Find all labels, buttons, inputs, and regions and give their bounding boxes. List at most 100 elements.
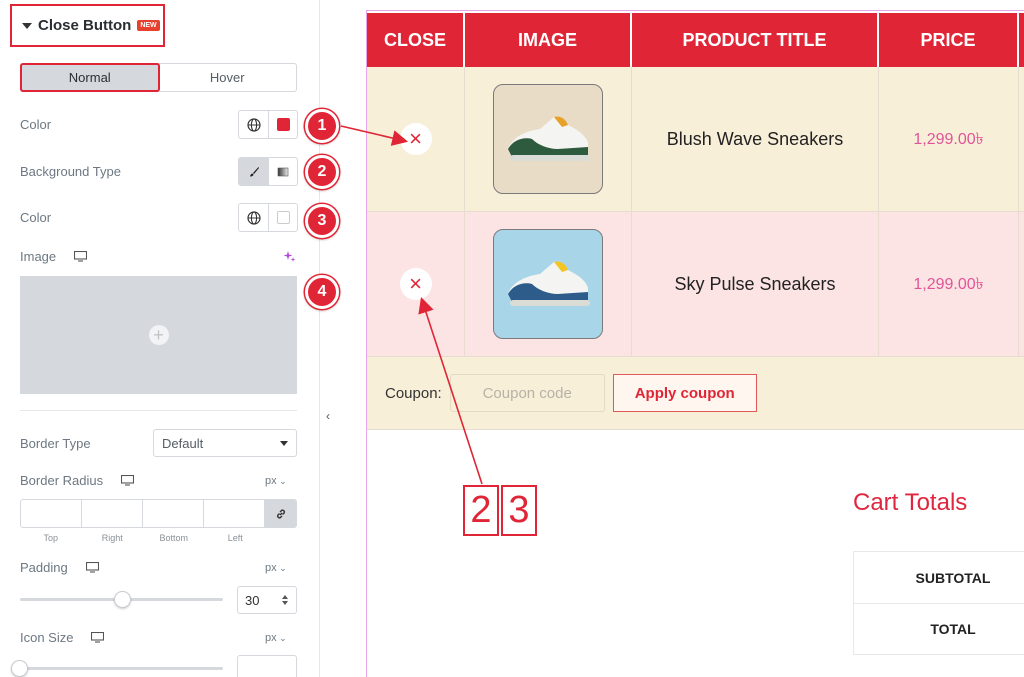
stepper-icon[interactable] xyxy=(282,595,288,605)
dim-label-right: Right xyxy=(101,533,123,543)
border-type-value: Default xyxy=(162,435,204,451)
section-title: Close Button xyxy=(38,17,132,34)
background-type-label: Background Type xyxy=(20,164,121,179)
title-cell: Blush Wave Sneakers xyxy=(632,67,879,212)
color-label: Color xyxy=(20,117,52,132)
icon-size-slider-thumb[interactable] xyxy=(11,660,28,677)
desktop-icon[interactable] xyxy=(74,251,87,262)
border-type-label: Border Type xyxy=(20,436,91,451)
header-more xyxy=(1019,11,1024,67)
brush-icon xyxy=(249,166,259,176)
price-cell: 1,299.00৳ xyxy=(879,212,1019,357)
bg-classic-button[interactable] xyxy=(239,158,268,185)
header-price: PRICE xyxy=(879,11,1019,67)
product-image[interactable] xyxy=(493,84,603,194)
desktop-icon[interactable] xyxy=(91,632,104,643)
icon-size-slider-track[interactable] xyxy=(20,667,223,670)
dimension-labels: Top Right Bottom Left xyxy=(20,533,266,543)
callout-3: 3 xyxy=(501,485,537,536)
table-row: × Blush Wave Sneakers 1,299.00৳ xyxy=(367,67,1024,212)
image-dropzone[interactable]: + xyxy=(20,276,297,394)
close-icon[interactable]: × xyxy=(399,268,432,300)
image-cell xyxy=(465,212,632,357)
table-row: × Sky Pulse Sneakers 1,299.00৳ xyxy=(367,212,1024,357)
coupon-row: Coupon: Coupon code Apply coupon xyxy=(367,357,1024,430)
cart-totals-title: Cart Totals xyxy=(853,489,968,516)
coupon-code-input[interactable]: Coupon code xyxy=(449,374,605,412)
globe-icon xyxy=(246,210,261,225)
icon-size-label: Icon Size xyxy=(20,630,74,645)
product-title[interactable]: Blush Wave Sneakers xyxy=(667,129,843,150)
header-close: CLOSE xyxy=(367,11,465,67)
color-swatch xyxy=(276,118,290,131)
close-cell: × xyxy=(367,212,465,357)
ai-sparkle-icon[interactable] xyxy=(283,250,296,263)
desktop-icon[interactable] xyxy=(121,475,134,486)
dropdown-arrow-icon xyxy=(280,440,288,446)
cart-table-header: CLOSE IMAGE PRODUCT TITLE PRICE xyxy=(367,11,1024,67)
bg-color-control xyxy=(238,203,298,232)
overflow-cell xyxy=(1019,212,1024,357)
bg-color-label: Color xyxy=(20,210,52,225)
padding-slider-thumb[interactable] xyxy=(113,591,131,608)
collapse-panel-button[interactable]: ‹ xyxy=(320,400,336,432)
add-image-icon[interactable]: + xyxy=(148,325,169,345)
overflow-cell xyxy=(1019,67,1024,212)
product-title[interactable]: Sky Pulse Sneakers xyxy=(674,274,835,295)
marker-1: 1 xyxy=(305,109,339,143)
total-row: TOTAL xyxy=(854,603,1024,654)
subtotal-row: SUBTOTAL xyxy=(915,569,991,586)
close-icon[interactable]: × xyxy=(399,123,432,155)
padding-value: 30 xyxy=(245,592,260,608)
tab-normal[interactable]: Normal xyxy=(20,63,160,92)
icon-size-input[interactable] xyxy=(237,655,297,677)
marker-2: 2 xyxy=(305,155,339,189)
radius-top-input[interactable] xyxy=(21,500,82,527)
border-radius-label: Border Radius xyxy=(20,473,104,488)
border-radius-inputs xyxy=(20,499,297,528)
product-price: 1,299.00৳ xyxy=(913,130,984,148)
border-type-select[interactable]: Default xyxy=(153,429,297,457)
callout-2: 2 xyxy=(463,485,499,536)
product-price: 1,299.00৳ xyxy=(913,275,984,293)
image-cell xyxy=(465,67,632,212)
product-image[interactable] xyxy=(493,229,603,339)
cart-totals-table: SUBTOTAL TOTAL xyxy=(853,551,1024,655)
radius-left-input[interactable] xyxy=(204,500,265,527)
padding-input[interactable]: 30 xyxy=(237,586,297,614)
gradient-icon xyxy=(277,167,289,176)
close-button-section-header[interactable]: Close Button NEW xyxy=(10,4,165,47)
header-product-title: PRODUCT TITLE xyxy=(632,11,879,67)
bg-global-colors-button[interactable] xyxy=(239,204,268,231)
caret-down-icon xyxy=(22,22,32,29)
dim-label-bottom: Bottom xyxy=(159,533,188,543)
color-picker-button[interactable] xyxy=(268,111,297,138)
dim-label-left: Left xyxy=(227,533,243,543)
radius-unit-select[interactable]: px xyxy=(265,475,287,487)
image-label: Image xyxy=(20,249,57,264)
settings-panel: Close Button NEW Normal Hover Color Back… xyxy=(0,0,320,677)
link-values-button[interactable] xyxy=(265,500,296,527)
background-type-control xyxy=(238,157,298,186)
close-cell: × xyxy=(367,67,465,212)
radius-bottom-input[interactable] xyxy=(143,500,204,527)
radius-right-input[interactable] xyxy=(82,500,143,527)
desktop-icon[interactable] xyxy=(86,562,99,573)
marker-3: 3 xyxy=(305,204,339,238)
bg-gradient-button[interactable] xyxy=(268,158,297,185)
cart-preview: CLOSE IMAGE PRODUCT TITLE PRICE × Blush … xyxy=(366,10,1024,677)
divider xyxy=(20,410,297,411)
icon-size-unit-select[interactable]: px xyxy=(265,632,287,644)
marker-4: 4 xyxy=(305,275,339,309)
state-tabs: Normal Hover xyxy=(20,63,297,92)
padding-unit-select[interactable]: px xyxy=(265,562,287,574)
new-badge: NEW xyxy=(137,20,160,31)
globe-icon xyxy=(246,117,261,132)
global-colors-button[interactable] xyxy=(239,111,268,138)
apply-coupon-button[interactable]: Apply coupon xyxy=(612,374,757,412)
tab-hover[interactable]: Hover xyxy=(159,64,297,91)
price-cell: 1,299.00৳ xyxy=(879,67,1019,212)
color-control xyxy=(238,110,298,139)
sneaker-image xyxy=(508,261,590,306)
bg-color-picker-button[interactable] xyxy=(268,204,297,231)
